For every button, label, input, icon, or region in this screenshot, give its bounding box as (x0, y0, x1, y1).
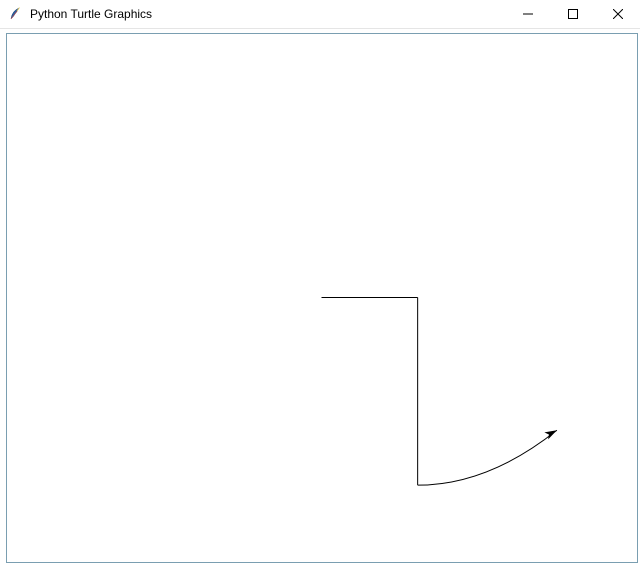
feather-icon (8, 6, 24, 22)
window-title: Python Turtle Graphics (30, 0, 505, 29)
minimize-icon (523, 9, 533, 19)
client-area (0, 29, 640, 567)
close-button[interactable] (595, 0, 640, 29)
maximize-button[interactable] (550, 0, 595, 29)
canvas-frame (6, 33, 638, 563)
minimize-button[interactable] (505, 0, 550, 29)
window-controls (505, 0, 640, 29)
window-titlebar: Python Turtle Graphics (0, 0, 640, 29)
turtle-drawing (321, 298, 556, 486)
maximize-icon (568, 9, 578, 19)
turtle-canvas[interactable] (7, 34, 637, 562)
close-icon (613, 9, 623, 19)
turtle-cursor (544, 427, 558, 440)
